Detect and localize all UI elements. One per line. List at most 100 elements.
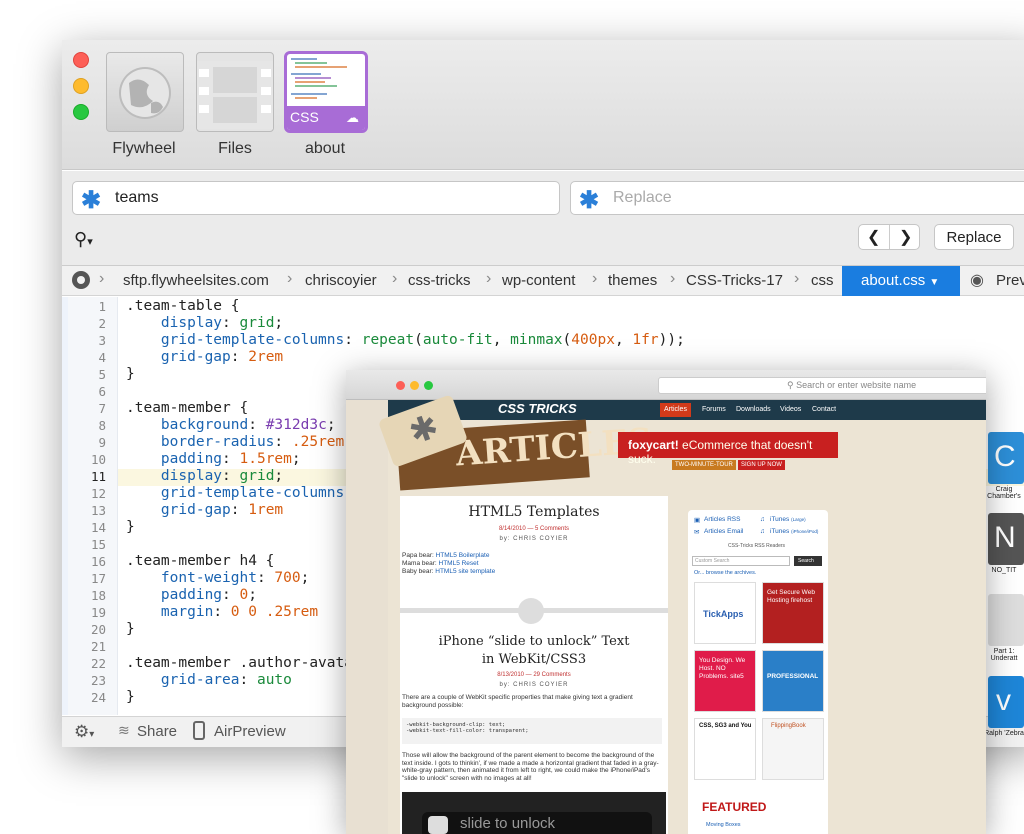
replace-button[interactable]: Replace (934, 224, 1014, 250)
eye-icon[interactable]: ◉ (970, 270, 984, 290)
code-line[interactable]: grid-area: auto (126, 672, 292, 688)
code-line[interactable]: background: #312d3c; (126, 417, 336, 433)
code-line[interactable]: margin: 0 0 .25rem (126, 604, 318, 620)
featured-link[interactable]: Moving Boxes (706, 822, 741, 828)
breadcrumb-item[interactable]: CSS-Tricks-17 (686, 272, 783, 289)
css-badge-strip: CSS ☁ (287, 106, 365, 130)
link[interactable]: HTML5 Boilerplate (436, 552, 490, 559)
close-button[interactable] (73, 52, 89, 68)
minimize-button[interactable] (73, 78, 89, 94)
readers-link[interactable]: CSS-Tricks RSS Readers (728, 543, 785, 549)
nav-link[interactable]: Contact (808, 403, 840, 417)
nav-link[interactable]: Videos (776, 403, 805, 417)
code-line[interactable]: padding: 0; (126, 587, 257, 603)
search-field[interactable]: ✱ teams (72, 181, 560, 215)
zoom-button[interactable] (73, 104, 89, 120)
previous-match-icon[interactable]: ❮ (867, 227, 880, 247)
device-icon[interactable] (193, 721, 205, 740)
replace-input[interactable]: Replace (613, 189, 672, 207)
post-title[interactable]: iPhone “slide to unlock” Text (400, 634, 668, 649)
code-line[interactable]: .team-table { (126, 298, 240, 314)
breadcrumb-item[interactable]: css-tricks (408, 272, 471, 289)
tab-about-css[interactable]: CSS ☁ (284, 51, 368, 133)
slide-handle[interactable] (428, 816, 448, 834)
code-line[interactable]: .team-member { (126, 400, 248, 416)
site-logo[interactable]: CSS TRICKS (498, 401, 577, 416)
slide-track[interactable]: slide to unlock (422, 812, 652, 834)
replace-field[interactable]: ✱ Replace (570, 181, 1024, 215)
archives-link[interactable]: Or... browse the archives. (694, 570, 756, 576)
breadcrumb-item[interactable]: chriscoyier (305, 272, 377, 289)
breadcrumb-item[interactable]: sftp.flywheelsites.com (123, 272, 269, 289)
link[interactable]: HTML5 site template (435, 568, 495, 575)
gear-icon[interactable]: ⚙▾ (74, 722, 94, 742)
tour-link[interactable]: TWO-MINUTE-TOUR (672, 460, 736, 470)
preview-toggle[interactable]: Prev (996, 272, 1024, 289)
airpreview-button[interactable]: AirPreview (214, 723, 286, 740)
email-link[interactable]: Articles Email (704, 528, 743, 535)
rss-link[interactable]: Articles RSS (704, 516, 740, 523)
ad-site5[interactable]: You Design. We Host. NO Problems. site5 (694, 650, 756, 712)
thumbnail[interactable] (988, 594, 1024, 646)
site-search-button[interactable]: Search (794, 556, 822, 566)
site-search-input[interactable]: Custom Search (692, 556, 790, 566)
itunes-icon: ♫ (760, 528, 765, 535)
post-meta: 8/14/2010 — 5 Comments (498, 526, 570, 532)
ad-css-book[interactable]: CSS, SG3 and You (694, 718, 756, 780)
film-folder-icon (197, 61, 273, 129)
nav-link[interactable]: Forums (698, 403, 730, 417)
code-line[interactable]: } (126, 621, 135, 637)
code-line[interactable]: border-radius: .25rem; (126, 434, 353, 450)
post-comments[interactable]: 29 Comments (533, 672, 570, 678)
next-match-icon[interactable]: ❯ (899, 227, 912, 247)
itunes-large-link[interactable]: iTunes (Large) (770, 516, 806, 523)
search-options-icon[interactable]: ⚲▾ (74, 229, 93, 250)
code-line[interactable]: } (126, 519, 135, 535)
code-line[interactable]: } (126, 366, 135, 382)
code-line[interactable]: grid-gap: 2rem (126, 349, 283, 365)
website: CSS TRICKS Articles Forums Downloads Vid… (377, 394, 986, 834)
post-title-line2[interactable]: in WebKit/CSS3 (400, 652, 668, 667)
address-bar[interactable]: ⚲ Search or enter website name (658, 377, 986, 394)
ad-flippingbook[interactable]: FlippingBook (762, 718, 824, 780)
breadcrumb-item[interactable]: themes (608, 272, 657, 289)
code-line[interactable]: font-weight: 700; (126, 570, 309, 586)
tab-flywheel[interactable] (106, 52, 184, 132)
foxycart-ad[interactable]: foxycart! eCommerce that doesn't suck. (618, 432, 838, 466)
nav-link[interactable]: Articles (660, 403, 691, 417)
ad-professional[interactable]: PROFESSIONAL (762, 650, 824, 712)
share-button[interactable]: Share (137, 723, 177, 740)
signup-link[interactable]: SIGN UP NOW (738, 460, 785, 470)
post-comments[interactable]: 5 Comments (535, 526, 569, 532)
code-line[interactable]: grid-gap: 1rem (126, 502, 283, 518)
zoom-button[interactable] (424, 381, 433, 390)
code-line[interactable]: grid-template-columns: repeat(auto-fit, … (126, 332, 685, 348)
itunes-iphone-link[interactable]: iTunes (iPhone/iPod) (770, 528, 818, 535)
breadcrumb-item[interactable]: css (811, 272, 834, 289)
close-button[interactable] (396, 381, 405, 390)
nav-link[interactable]: Downloads (732, 403, 775, 417)
code-line[interactable]: display: grid; (126, 468, 283, 484)
ad-tickapps[interactable]: TickApps (694, 582, 756, 644)
thumbnail[interactable]: v (988, 676, 1024, 728)
sync-icon[interactable] (72, 271, 90, 289)
tab-files[interactable] (196, 52, 274, 132)
post-title[interactable]: HTML5 Templates (400, 504, 668, 520)
link[interactable]: HTML5 Reset (439, 560, 479, 567)
code-line[interactable]: .team-member h4 { (126, 553, 274, 569)
search-input[interactable]: teams (115, 189, 159, 207)
share-icon[interactable]: ≋ (118, 722, 130, 739)
minimize-button[interactable] (410, 381, 419, 390)
site-nav: CSS TRICKS Articles Forums Downloads Vid… (388, 400, 986, 420)
code-line[interactable]: } (126, 689, 135, 705)
breadcrumb-item[interactable]: wp-content (502, 272, 575, 289)
thumbnail[interactable]: C (988, 432, 1024, 484)
code-line[interactable]: display: grid; (126, 315, 283, 331)
ad-firehost[interactable]: Get Secure Web Hosting firehost (762, 582, 824, 644)
breadcrumb-active-file[interactable]: about.css ▼ (842, 266, 960, 296)
code-line[interactable]: .team-member .author-avatar { (126, 655, 379, 671)
regex-icon[interactable]: ✱ (579, 186, 599, 215)
code-line[interactable]: padding: 1.5rem; (126, 451, 301, 467)
regex-icon[interactable]: ✱ (81, 186, 101, 215)
thumbnail[interactable]: N (988, 513, 1024, 565)
